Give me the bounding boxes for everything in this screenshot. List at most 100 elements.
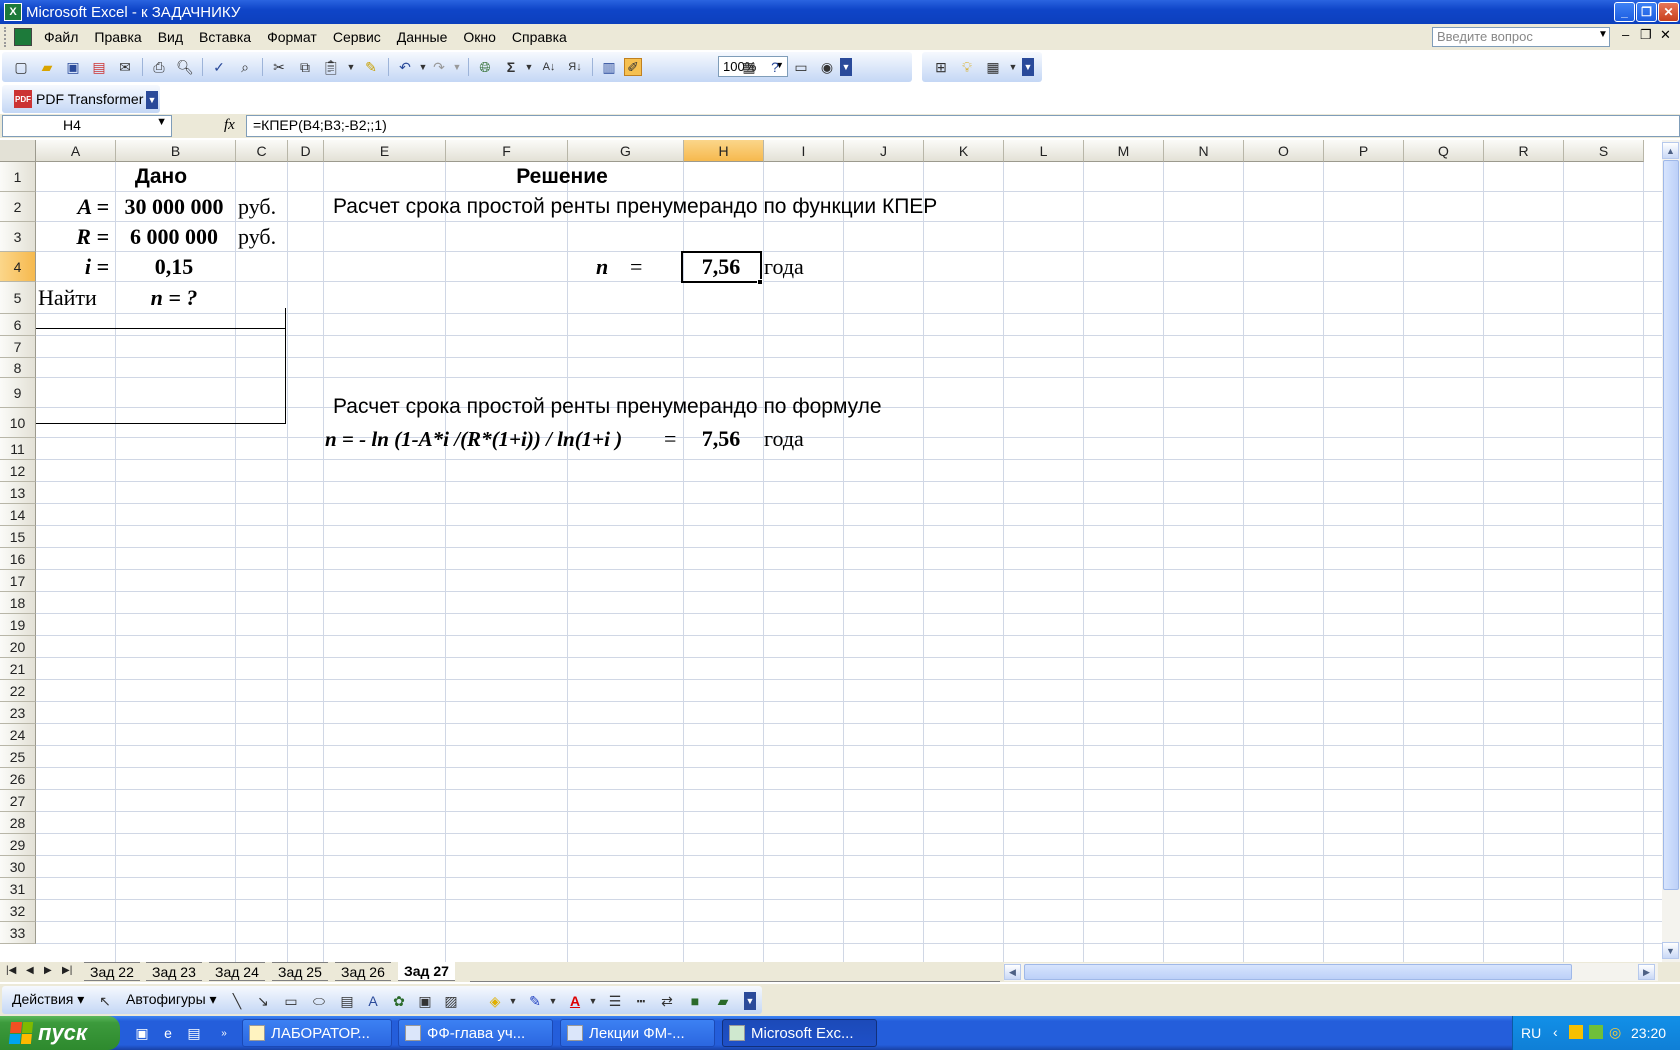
cell-r-unit[interactable]: руб. [236,222,286,252]
column-header[interactable]: O [1244,140,1324,162]
row-header[interactable]: 11 [0,438,36,460]
grid-icon[interactable]: ▦ [984,58,1002,76]
sort-ascending-icon[interactable]: A↓ [540,58,558,76]
menu-view[interactable]: Вид [150,29,191,45]
last-sheet-icon[interactable]: ▶| [62,965,72,976]
cell-n-unit[interactable]: года [764,252,844,282]
email-icon[interactable]: ✉ [116,58,134,76]
quicklaunch-media-icon[interactable]: ▤ [184,1024,204,1042]
line-color-dropdown-icon[interactable]: ▼ [544,992,562,1010]
wordart-icon[interactable]: A [364,992,382,1010]
ask-dropdown-icon[interactable]: ▼ [1598,29,1608,40]
doc-restore-button[interactable]: ❐ [1640,27,1652,43]
cell-r-label[interactable]: R = [36,222,113,252]
row-header[interactable]: 15 [0,526,36,548]
column-header[interactable]: S [1564,140,1644,162]
format-painter-icon[interactable]: ✎ [362,58,380,76]
quicklaunch-desktop-icon[interactable]: ▣ [132,1024,152,1042]
research-icon[interactable]: ⌕ [236,58,254,76]
insert-function-icon[interactable]: fx [224,117,235,134]
pdf-toolbar-options-icon[interactable]: ▼ [146,91,158,109]
column-header[interactable]: E [324,140,446,162]
print-preview-icon[interactable]: 🔍︎ [176,58,194,76]
spelling-icon[interactable]: ✓ [210,58,228,76]
row-header[interactable]: 27 [0,790,36,812]
autosum-icon[interactable]: Σ [502,58,520,76]
line-icon[interactable]: ╲ [228,992,246,1010]
save-icon[interactable]: ▣ [64,58,82,76]
column-header[interactable]: N [1164,140,1244,162]
select-all-corner[interactable] [0,140,36,162]
row-header[interactable]: 33 [0,922,36,944]
permission-icon[interactable]: ▤ [90,58,108,76]
column-header[interactable]: I [764,140,844,162]
task-word-2[interactable]: Лекции ФМ-... [560,1019,715,1047]
tray-collapse-icon[interactable]: ‹ [1553,1024,1558,1040]
column-header[interactable]: R [1484,140,1564,162]
paste-icon[interactable]: 📋︎ [322,58,340,76]
table-icon[interactable]: ▦ [740,58,758,76]
paste-dropdown-icon[interactable]: ▼ [342,58,360,76]
cell-a-unit[interactable]: руб. [236,192,286,222]
ask-question-input[interactable]: Введите вопрос [1432,27,1610,47]
row-header[interactable]: 24 [0,724,36,746]
drawing-toggle-icon[interactable]: ✐ [624,58,642,76]
cell-formula-text[interactable]: n = - ln (1-A*i /(R*(1+i)) / ln(1+i ) [325,424,665,454]
row-header[interactable]: 1 [0,162,36,192]
menu-format[interactable]: Формат [259,29,325,45]
print-icon[interactable]: ⎙ [150,58,168,76]
cell-n-label[interactable]: n [596,252,626,282]
doc-minimize-button[interactable]: – [1622,27,1629,42]
task-excel[interactable]: Microsoft Exc... [722,1019,877,1047]
name-box-dropdown-icon[interactable]: ▼ [156,116,167,128]
row-header[interactable]: 8 [0,358,36,378]
worksheet-grid[interactable]: ABCDEFGHIJKLMNOPQRS 1 2 3 4 5 6 7 8 9 10 11 12 13 14 1… [0,140,1662,962]
toolbar2-options-icon[interactable]: ▼ [1022,58,1034,76]
menu-tools[interactable]: Сервис [325,29,389,45]
help-icon[interactable]: ? [766,58,784,76]
tray-app-icon[interactable] [1569,1025,1583,1039]
row-header[interactable]: 4 [0,252,36,282]
language-indicator[interactable]: RU [1521,1025,1541,1041]
sort-descending-icon[interactable]: Я↓ [566,58,584,76]
row-header[interactable]: 22 [0,680,36,702]
row-header[interactable]: 16 [0,548,36,570]
task-word-1[interactable]: ФФ-глава уч... [398,1019,553,1047]
cell-i-value[interactable]: 0,15 [114,252,234,282]
row-header[interactable]: 3 [0,222,36,252]
row-header[interactable]: 32 [0,900,36,922]
scroll-down-button[interactable]: ▼ [1662,942,1679,959]
fill-color-dropdown-icon[interactable]: ▼ [504,992,522,1010]
column-header[interactable]: M [1084,140,1164,162]
copy-icon[interactable]: ⧉ [296,58,314,76]
line-style-icon[interactable]: ☰ [606,992,624,1010]
undo-icon[interactable]: ↶ [396,58,414,76]
cell-given-header[interactable]: Дано [36,162,286,192]
vertical-scroll-thumb[interactable] [1663,160,1679,890]
menu-window[interactable]: Окно [455,29,504,45]
formula-input[interactable]: =КПЕР(B4;B3;-B2;;1) [246,115,1680,137]
redo-icon[interactable]: ↷ [430,58,448,76]
cell-n-eq[interactable]: = [630,252,650,282]
row-header[interactable]: 9 [0,378,36,408]
close-button[interactable]: ✕ [1658,2,1679,22]
column-header[interactable]: B [116,140,236,162]
column-header[interactable]: Q [1404,140,1484,162]
clock[interactable]: 23:20 [1631,1025,1666,1041]
quicklaunch-ie-icon[interactable]: e [158,1024,178,1042]
row-header[interactable]: 20 [0,636,36,658]
font-color-icon[interactable]: A [566,992,584,1010]
dash-style-icon[interactable]: ┅ [632,992,650,1010]
excel-app-icon[interactable]: X [4,3,22,21]
row-header[interactable]: 19 [0,614,36,636]
record-icon[interactable]: ◉ [818,58,836,76]
tip-icon[interactable]: 💡︎ [958,58,976,76]
row-header[interactable]: 29 [0,834,36,856]
column-header[interactable]: H [684,140,764,162]
first-sheet-icon[interactable]: |◀ [6,965,16,976]
cell-method2-title[interactable]: Расчет срока простой ренты пренумерандо … [333,392,1033,422]
row-header[interactable]: 12 [0,460,36,482]
column-header[interactable]: A [36,140,116,162]
tray-app2-icon[interactable] [1589,1025,1603,1039]
column-header[interactable]: P [1324,140,1404,162]
